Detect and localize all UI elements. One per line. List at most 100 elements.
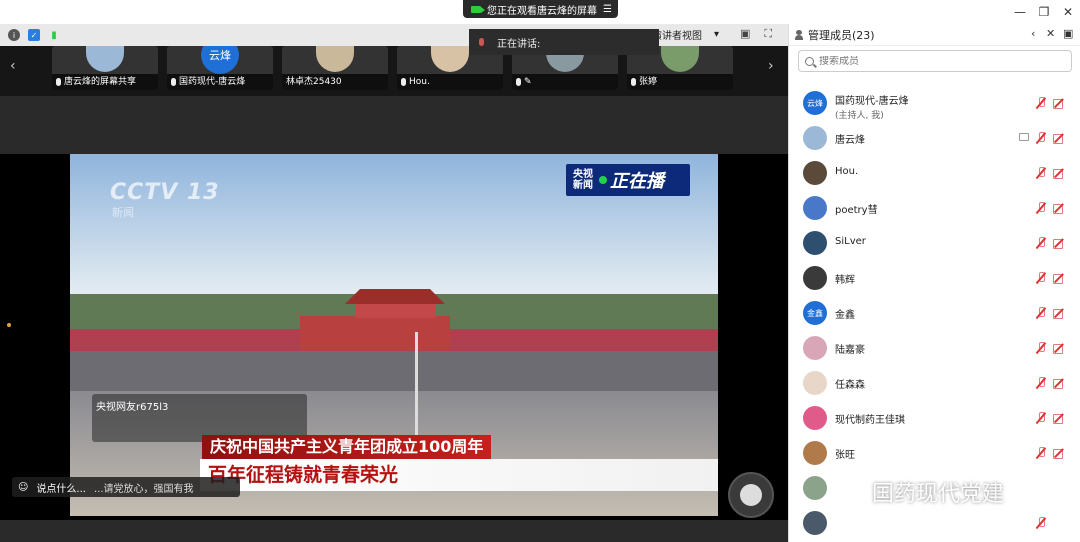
live-org: 央视新闻 bbox=[573, 169, 593, 191]
mic-muted-icon[interactable] bbox=[1037, 167, 1045, 179]
avatar bbox=[803, 406, 827, 430]
member-row[interactable]: 现代制药王佳琪 bbox=[789, 402, 1080, 436]
mic-muted-icon[interactable] bbox=[1037, 307, 1045, 319]
members-panel: 管理成员(23) ‹ ✕ ▣ 云烽 国药现代-唐云烽 (主持人, 我) 唐云烽 bbox=[788, 24, 1080, 542]
meeting-area: i ✓ ▮ 正在讲话: 演讲者视图 ▾ ▣ ⛶ ‹ 唐云烽的屏幕共享 云烽 国药… bbox=[0, 24, 788, 542]
mic-muted-icon[interactable] bbox=[1037, 517, 1045, 529]
member-row[interactable]: 张旺 bbox=[789, 437, 1080, 471]
mic-muted-icon[interactable] bbox=[1037, 202, 1045, 214]
mic-muted-icon[interactable] bbox=[1037, 132, 1045, 144]
caption-main: 百年征程铸就青春荣光 bbox=[200, 459, 718, 491]
member-row[interactable]: Hou. bbox=[789, 157, 1080, 191]
member-row[interactable]: 唐云烽 bbox=[789, 122, 1080, 156]
camera-off-icon[interactable] bbox=[1053, 169, 1065, 179]
thumbnail-1[interactable]: 云烽 国药现代-唐云烽 bbox=[167, 46, 273, 90]
avatar bbox=[86, 46, 124, 72]
avatar: 云烽 bbox=[803, 91, 827, 115]
member-row[interactable]: 陆嘉豪 bbox=[789, 332, 1080, 366]
chat-input-bar[interactable]: ☺ 说点什么... ...请党放心，强国有我 bbox=[12, 477, 240, 497]
floating-control-button[interactable] bbox=[728, 472, 774, 518]
member-row[interactable] bbox=[789, 507, 1080, 541]
camera-off-icon[interactable] bbox=[1053, 379, 1065, 389]
live-text: 正在播 bbox=[610, 171, 664, 192]
thumbnail-0[interactable]: 唐云烽的屏幕共享 bbox=[52, 46, 158, 90]
mic-muted-icon[interactable] bbox=[1037, 447, 1045, 459]
member-name: 韩辉 bbox=[835, 275, 855, 286]
avatar bbox=[316, 46, 354, 72]
live-dot-icon bbox=[599, 176, 607, 184]
layout-icon[interactable]: ▣ bbox=[740, 27, 750, 41]
member-row[interactable]: 任森森 bbox=[789, 367, 1080, 401]
channel-logo: CCTV 13 bbox=[110, 180, 220, 205]
share-banner[interactable]: 您正在观看唐云烽的屏幕 ☰ bbox=[463, 0, 618, 18]
signal-icon[interactable]: ▮ bbox=[48, 29, 60, 41]
member-row[interactable]: poetry彗 bbox=[789, 192, 1080, 226]
camera-off-icon[interactable] bbox=[1053, 449, 1065, 459]
avatar bbox=[803, 476, 827, 500]
mic-muted-icon[interactable] bbox=[1037, 237, 1045, 249]
menu-icon[interactable]: ☰ bbox=[603, 4, 612, 15]
member-row[interactable]: 金鑫 金鑫 bbox=[789, 297, 1080, 331]
prev-arrow-icon[interactable]: ‹ bbox=[10, 58, 16, 74]
speaking-indicator: 正在讲话: bbox=[469, 29, 659, 55]
mic-icon bbox=[479, 38, 484, 46]
avatar bbox=[803, 231, 827, 255]
watermark-text: 国药现代党建 bbox=[872, 482, 1005, 507]
screen-share-icon bbox=[1019, 133, 1029, 141]
panel-settings-icon[interactable]: ▣ bbox=[1063, 27, 1073, 40]
member-name: 唐云烽 bbox=[835, 135, 865, 146]
mic-muted-icon[interactable] bbox=[1037, 342, 1045, 354]
mic-muted-icon[interactable] bbox=[1037, 272, 1045, 284]
mic-muted-icon[interactable] bbox=[1037, 97, 1045, 109]
minimize-button[interactable]: — bbox=[1010, 3, 1030, 21]
camera-off-icon[interactable] bbox=[1053, 134, 1065, 144]
avatar: 云烽 bbox=[201, 46, 239, 74]
fullscreen-icon[interactable]: ⛶ bbox=[764, 27, 772, 41]
avatar bbox=[661, 46, 699, 72]
watermark: 国药现代党建 bbox=[836, 476, 1004, 508]
member-name: 陆嘉豪 bbox=[835, 345, 865, 356]
member-name: poetry彗 bbox=[835, 205, 878, 216]
camera-off-icon[interactable] bbox=[1053, 239, 1065, 249]
next-arrow-icon[interactable]: › bbox=[768, 58, 774, 74]
member-search-input[interactable] bbox=[819, 55, 1039, 67]
member-row[interactable]: 云烽 国药现代-唐云烽 (主持人, 我) bbox=[789, 87, 1080, 121]
close-panel-icon[interactable]: ✕ bbox=[1046, 27, 1055, 40]
member-search-box[interactable] bbox=[798, 50, 1072, 72]
member-row[interactable]: 韩辉 bbox=[789, 262, 1080, 296]
avatar bbox=[803, 511, 827, 535]
maximize-button[interactable]: ❐ bbox=[1034, 3, 1054, 21]
speaking-label: 正在讲话: bbox=[497, 38, 541, 50]
camera-off-icon[interactable] bbox=[1053, 274, 1065, 284]
shared-screen-stage: CCTV 13 新闻 央视新闻 正在播 央视网友r675l3 庆祝中国共产主义青… bbox=[0, 96, 788, 542]
share-banner-text: 您正在观看唐云烽的屏幕 bbox=[487, 5, 597, 17]
chevron-down-icon: ▾ bbox=[714, 29, 720, 40]
mic-icon bbox=[56, 77, 61, 86]
camera-off-icon[interactable] bbox=[1053, 99, 1065, 109]
avatar bbox=[803, 126, 827, 150]
mic-icon bbox=[631, 77, 636, 86]
caption-top: 庆祝中国共产主义青年团成立100周年 bbox=[202, 435, 492, 459]
camera-off-icon[interactable] bbox=[1053, 414, 1065, 424]
presenter-view-select[interactable]: 演讲者视图 ▾ bbox=[652, 27, 719, 42]
emoji-icon[interactable]: ☺ bbox=[18, 482, 28, 493]
camera-off-icon[interactable] bbox=[1053, 204, 1065, 214]
camera-off-icon[interactable] bbox=[1053, 309, 1065, 319]
mic-muted-icon[interactable] bbox=[1037, 412, 1045, 424]
thumbnail-2[interactable]: 林卓杰25430 bbox=[282, 46, 388, 90]
info-icon[interactable]: i bbox=[8, 29, 20, 41]
avatar bbox=[803, 266, 827, 290]
shield-icon[interactable]: ✓ bbox=[28, 29, 40, 41]
thumbnail-name: Hou. bbox=[409, 77, 430, 87]
mic-muted-icon[interactable] bbox=[1037, 377, 1045, 389]
comment-user: 央视网友r675l3 bbox=[96, 402, 169, 413]
avatar bbox=[803, 441, 827, 465]
member-name: 张旺 bbox=[835, 450, 855, 461]
chevron-left-icon[interactable]: ‹ bbox=[1031, 27, 1035, 40]
close-button[interactable]: ✕ bbox=[1058, 3, 1078, 21]
member-row[interactable]: SiLver bbox=[789, 227, 1080, 261]
toolbar-right: ▣ ⛶ bbox=[740, 27, 772, 41]
avatar bbox=[803, 196, 827, 220]
camera-off-icon[interactable] bbox=[1053, 344, 1065, 354]
avatar bbox=[803, 371, 827, 395]
